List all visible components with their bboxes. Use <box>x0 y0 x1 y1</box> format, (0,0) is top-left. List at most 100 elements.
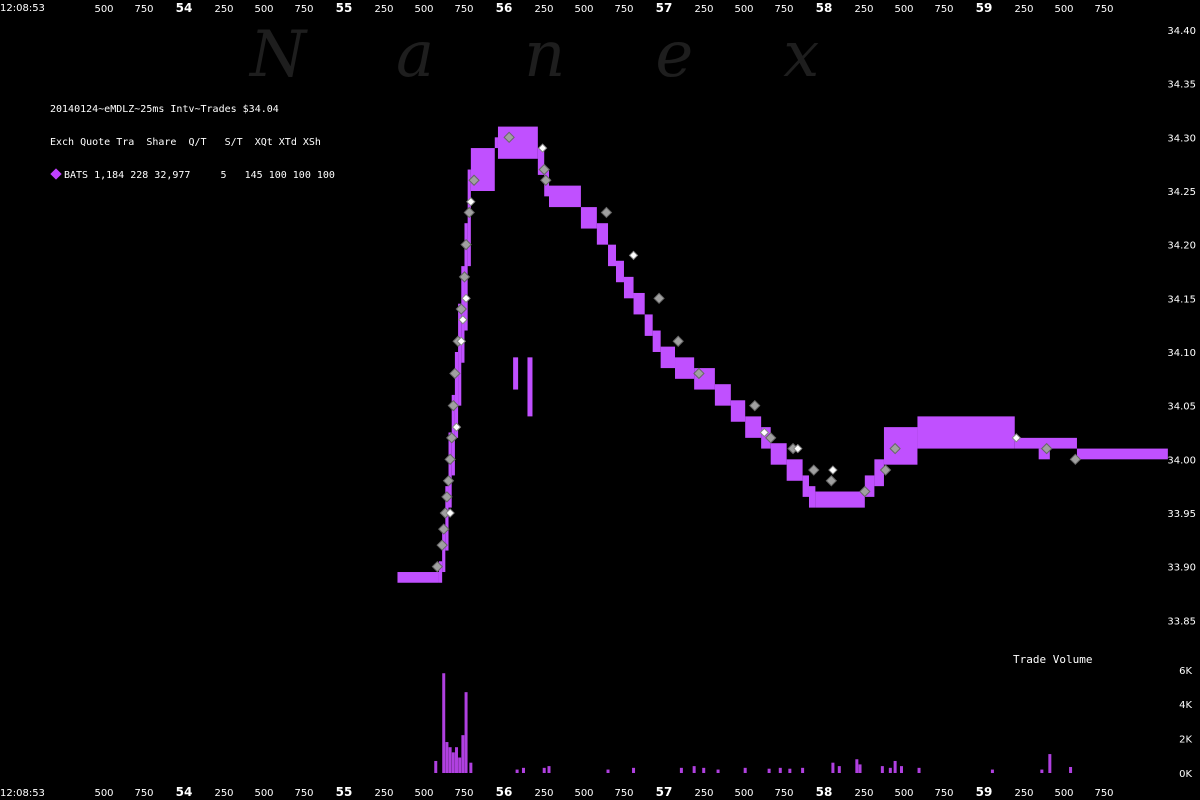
volume-bar <box>858 764 862 773</box>
volume-bar <box>801 767 805 773</box>
x-tick-bottom: 250 <box>534 788 553 799</box>
volume-bar <box>888 767 892 773</box>
quote-band-segment <box>883 427 918 465</box>
y-tick-label: 34.15 <box>1167 294 1196 305</box>
price-chart: 500 500 750 750 54 54 250 250 500 500 750 750 55 55 25… <box>0 1 1196 799</box>
x-tick-bottom: 750 <box>614 788 633 799</box>
x-tick-top: 750 <box>934 4 953 15</box>
x-tick-top: 250 <box>694 4 713 15</box>
volume-bar <box>632 767 636 773</box>
volume-bar <box>454 747 458 773</box>
x-tick-top: 750 <box>454 4 473 15</box>
trade-point-grey <box>442 475 455 487</box>
x-tick-top: 750 <box>134 4 153 15</box>
volume-bar <box>778 767 782 773</box>
x-tick-bottom: 250 <box>214 788 233 799</box>
volume-y-tick-label: 0K <box>1179 769 1192 780</box>
quote-band-segment <box>644 314 653 336</box>
x-tick-top: 500 <box>574 4 593 15</box>
trade-point-grey <box>672 335 684 347</box>
x-tick-top: 500 <box>414 4 433 15</box>
x-tick-bottom: 54 <box>176 785 193 799</box>
quote-band-segment <box>874 459 884 487</box>
y-tick-label: 34.00 <box>1167 455 1196 466</box>
y-tick-label: 34.10 <box>1167 348 1196 359</box>
x-tick-top: 500 <box>734 4 753 15</box>
volume-y-tick-label: 4K <box>1179 700 1192 711</box>
trade-point-grey <box>653 292 665 305</box>
x-tick-bottom: 750 <box>774 788 793 799</box>
x-tick-bottom: 56 <box>496 785 513 799</box>
trade-point-grey <box>808 464 820 476</box>
volume-bar <box>515 769 519 773</box>
x-tick-top: 500 <box>1054 4 1073 15</box>
volume-bar <box>542 767 546 773</box>
y-tick-label: 34.05 <box>1167 402 1196 413</box>
x-tick-bottom: 500 <box>1054 788 1073 799</box>
volume-bar <box>1069 766 1073 773</box>
volume-bar <box>743 767 747 773</box>
x-tick-bottom: 55 <box>336 785 353 799</box>
quote-band-segment <box>497 126 538 159</box>
x-tick-bottom: 500 <box>574 788 593 799</box>
quote-band-segment <box>623 276 634 299</box>
volume-bar <box>448 747 452 773</box>
x-tick-top: 54 <box>176 1 193 15</box>
x-tick-bottom: 500 <box>94 788 113 799</box>
y-tick-label: 34.40 <box>1167 26 1196 37</box>
volume-bar <box>521 767 525 773</box>
x-tick-bottom: 250 <box>694 788 713 799</box>
volume-bar <box>831 762 835 773</box>
volume-bar <box>837 766 841 773</box>
volume-bar <box>451 752 455 773</box>
x-tick-top: 57 <box>656 1 673 15</box>
x-tick-top: 750 <box>614 4 633 15</box>
y-tick-label: 33.90 <box>1167 563 1196 574</box>
x-tick-bottom: 500 <box>414 788 433 799</box>
quote-band-segment <box>652 330 661 352</box>
volume-bar <box>464 692 468 773</box>
quote-band-segment <box>786 459 803 481</box>
trade-point-grey <box>825 475 838 487</box>
volume-bar <box>893 760 897 773</box>
y-tick-label: 34.30 <box>1167 133 1196 144</box>
quote-band-segment <box>549 185 581 208</box>
volume-bar <box>606 769 610 773</box>
x-tick-top: 750 <box>1094 4 1113 15</box>
x-tick-bottom: 250 <box>854 788 873 799</box>
quote-band-segment <box>596 223 609 245</box>
x-tick-bottom: 57 <box>656 785 673 799</box>
volume-bar <box>445 742 449 773</box>
trade-point-grey <box>458 271 471 283</box>
volume-bar <box>442 673 446 773</box>
volume-bar <box>788 768 792 773</box>
volume-bar <box>900 766 903 773</box>
volume-bar <box>692 766 696 773</box>
x-tick-top: 59 <box>976 1 993 15</box>
quote-band-segment <box>615 260 624 283</box>
quote-band-segment <box>770 443 787 465</box>
volume-bar <box>469 762 473 773</box>
trade-point-white <box>628 250 639 261</box>
volume-bar <box>702 767 706 773</box>
trade-point-grey <box>600 206 613 219</box>
quote-band-segment <box>397 572 439 583</box>
x-tick-top: 55 <box>336 1 353 15</box>
quote-band-segment <box>808 486 816 508</box>
trade-point-grey <box>749 399 761 412</box>
y-tick-label: 34.35 <box>1167 80 1196 91</box>
volume-bar <box>990 769 994 773</box>
volume-bar <box>434 760 438 773</box>
volume-y-tick-label: 2K <box>1179 735 1192 746</box>
x-tick-bottom: 750 <box>1094 788 1113 799</box>
quote-spike <box>527 357 533 417</box>
trade-point-grey <box>463 206 475 219</box>
timestamp-top: 12:08:53 <box>0 3 45 14</box>
x-tick-bottom: 750 <box>454 788 473 799</box>
x-tick-top: 56 <box>496 1 513 15</box>
y-tick-label: 34.25 <box>1167 187 1196 198</box>
x-tick-top: 500 <box>894 4 913 15</box>
quote-band-segment <box>745 416 762 438</box>
x-tick-top: 250 <box>374 4 393 15</box>
x-tick-top: 750 <box>774 4 793 15</box>
